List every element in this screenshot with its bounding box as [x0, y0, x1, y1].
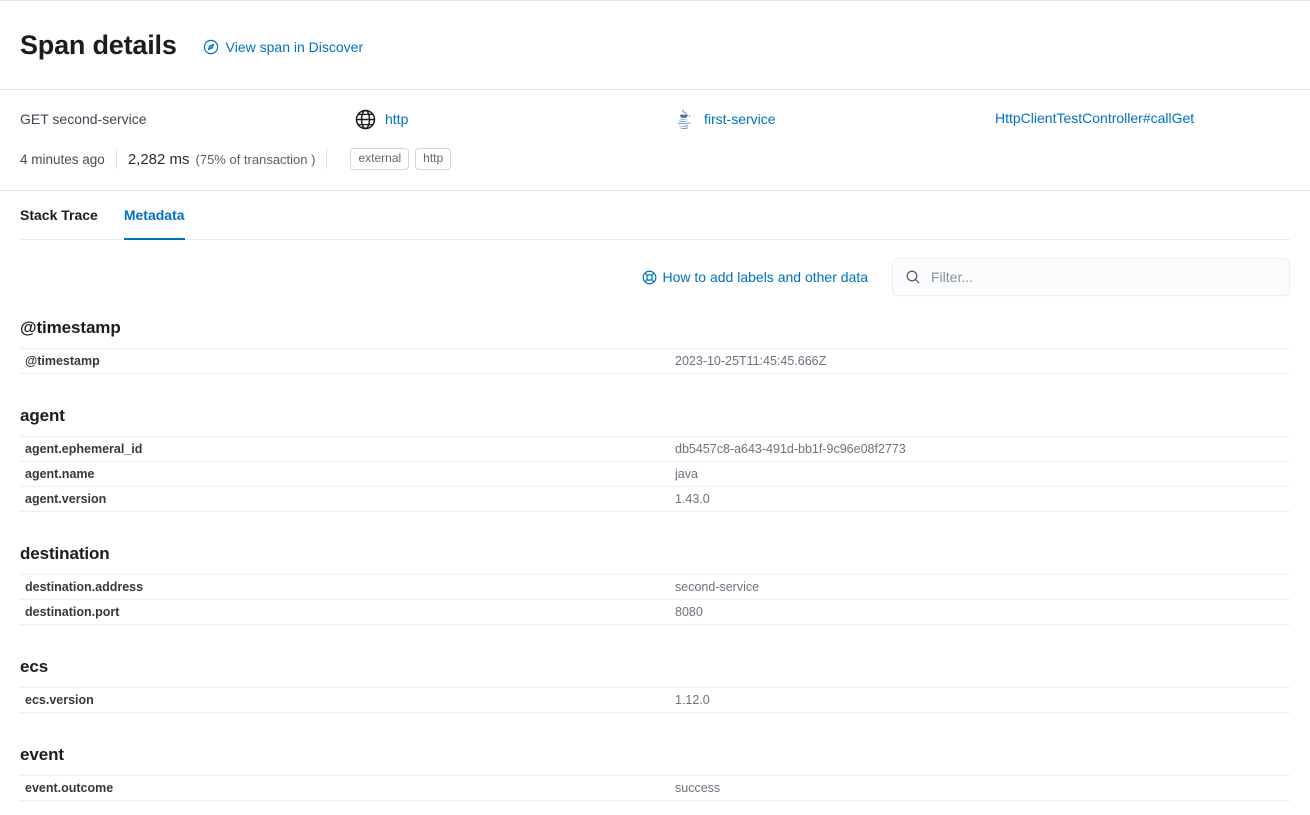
- metadata-value: second-service: [665, 574, 1290, 600]
- span-duration-percent: (75% of transaction ): [195, 151, 316, 167]
- tab-metadata[interactable]: Metadata: [123, 192, 185, 240]
- metadata-section-title: @timestamp: [20, 318, 121, 337]
- metadata-section: ecs ecs.version 1.12.0: [20, 649, 1290, 727]
- metadata-value: success: [665, 775, 1290, 801]
- filter-search-box[interactable]: [892, 258, 1290, 296]
- metadata-section: agent agent.ephemeral_id db5457c8-a643-491…: [20, 398, 1290, 526]
- status-badge: external: [350, 148, 410, 170]
- metadata-value: java: [665, 461, 1290, 487]
- metadata-section-title: agent: [20, 406, 65, 425]
- view-span-in-discover-link[interactable]: View span in Discover: [203, 39, 363, 55]
- table-row: agent.ephemeral_id db5457c8-a643-491d-bb1…: [20, 436, 1290, 462]
- metadata-key: @timestamp: [20, 348, 665, 374]
- metadata-sections: @timestamp @timestamp 2023-10-25T11:45:45.…: [0, 310, 1310, 815]
- span-summary: GET second-service http first-service Ht…: [0, 90, 1310, 190]
- view-span-in-discover-label: View span in Discover: [225, 39, 364, 55]
- metadata-value: 1.43.0: [665, 486, 1290, 512]
- metadata-section: @timestamp @timestamp 2023-10-25T11:45:45.…: [20, 310, 1290, 388]
- table-row: agent.name java: [20, 461, 1290, 487]
- how-to-add-labels-label: How to add labels and other data: [662, 269, 868, 285]
- metadata-key: event.outcome: [20, 775, 665, 801]
- table-row: destination.address second-service: [20, 574, 1290, 600]
- java-logo-icon: [675, 108, 694, 130]
- metadata-section-title: destination: [20, 544, 110, 563]
- table-row: ecs.version 1.12.0: [20, 687, 1290, 713]
- how-to-add-labels-link[interactable]: How to add labels and other data: [642, 269, 868, 285]
- metadata-section: destination destination.address second-ser…: [20, 536, 1290, 639]
- status-badge: http: [415, 148, 452, 170]
- span-badges: external http: [350, 148, 452, 170]
- span-type-label[interactable]: http: [385, 111, 408, 127]
- span-name: GET second-service: [20, 111, 147, 127]
- span-summary-bottom-row: 4 minutes ago 2,282 ms (75% of transacti…: [20, 148, 1290, 170]
- tab-stack-trace[interactable]: Stack Trace: [20, 192, 98, 240]
- search-icon: [905, 269, 921, 285]
- metadata-key: agent.version: [20, 486, 665, 512]
- metadata-key: destination.port: [20, 599, 665, 625]
- page-header: Span details View span in Discover: [0, 1, 1310, 89]
- metadata-key: agent.ephemeral_id: [20, 436, 665, 462]
- metadata-table: event.outcome success: [20, 775, 1290, 801]
- divider-1: [115, 149, 117, 169]
- transaction-group: HttpClientTestController#callGet: [995, 110, 1290, 128]
- metadata-section-title: event: [20, 745, 64, 764]
- table-row: destination.port 8080: [20, 599, 1290, 625]
- span-type-group: http: [355, 109, 675, 130]
- metadata-table: destination.address second-service destina…: [20, 574, 1290, 625]
- metadata-key: destination.address: [20, 574, 665, 600]
- timestamp-relative: 4 minutes ago: [20, 151, 105, 167]
- life-ring-icon: [642, 270, 657, 285]
- table-row: agent.version 1.43.0: [20, 486, 1290, 512]
- table-row: @timestamp 2023-10-25T11:45:45.666Z: [20, 348, 1290, 374]
- table-row: event.outcome success: [20, 775, 1290, 801]
- metadata-value: 8080: [665, 599, 1290, 625]
- search-input[interactable]: [931, 269, 1277, 285]
- metadata-value: db5457c8-a643-491d-bb1f-9c96e08f2773: [665, 436, 1290, 462]
- compass-icon: [203, 39, 219, 55]
- metadata-toolbar: How to add labels and other data: [0, 240, 1310, 310]
- metadata-table: @timestamp 2023-10-25T11:45:45.666Z: [20, 348, 1290, 374]
- tab-bar: Stack Trace Metadata: [0, 191, 1310, 240]
- span-summary-top-row: GET second-service http first-service Ht…: [20, 104, 1290, 134]
- metadata-value: 2023-10-25T11:45:45.666Z: [665, 348, 1290, 374]
- span-details-page: Span details View span in Discover GET s…: [0, 0, 1310, 815]
- divider-2: [326, 149, 328, 169]
- service-group: first-service: [675, 108, 995, 130]
- metadata-section: event event.outcome success: [20, 737, 1290, 815]
- transaction-name-link[interactable]: HttpClientTestController#callGet: [995, 110, 1194, 126]
- metadata-table: ecs.version 1.12.0: [20, 687, 1290, 713]
- metadata-key: agent.name: [20, 461, 665, 487]
- metadata-value: 1.12.0: [665, 687, 1290, 713]
- page-title: Span details: [20, 29, 177, 60]
- span-duration: 2,282 ms: [127, 150, 190, 168]
- service-name-link[interactable]: first-service: [704, 111, 776, 127]
- metadata-section-title: ecs: [20, 657, 49, 676]
- metadata-key: ecs.version: [20, 687, 665, 713]
- metadata-table: agent.ephemeral_id db5457c8-a643-491d-bb1…: [20, 436, 1290, 512]
- globe-icon: [355, 109, 376, 130]
